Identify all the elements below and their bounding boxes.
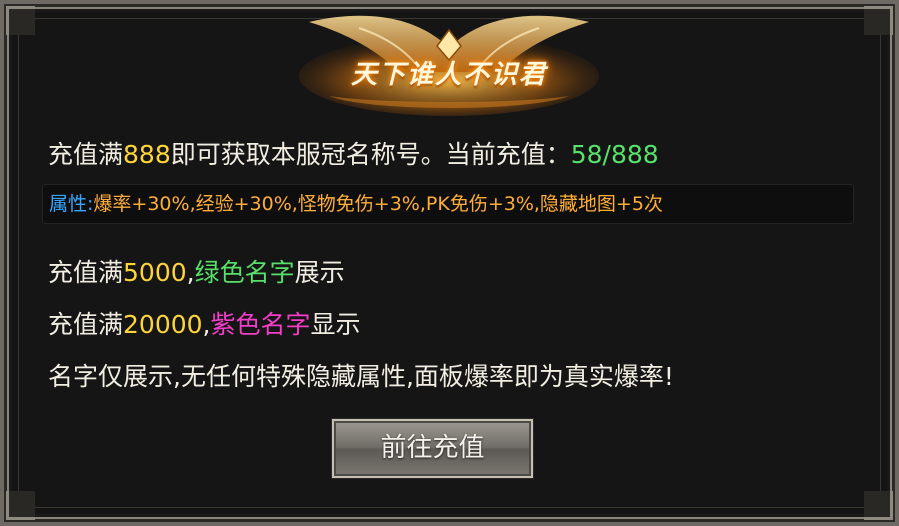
purple-name-line: 充值满20000,紫色名字显示 — [48, 305, 361, 341]
attributes-label: 属性 — [49, 193, 88, 215]
recharge-title-panel: 天下谁人不识君 充值满888即可获取本服冠名称号。当前充值：58/888 属性:… — [0, 0, 899, 526]
green-name-text: 绿色名字 — [194, 258, 295, 287]
line3-amount: 5000 — [123, 258, 187, 287]
line3-comma: , — [186, 258, 195, 287]
title-text: 天下谁人不识君 — [350, 60, 547, 90]
recharge-progress-value: 58/888 — [570, 140, 659, 169]
frame-corner-ornament — [6, 491, 35, 520]
disclaimer-line: 名字仅展示,无任何特殊隐藏属性,面板爆率即为真实爆率! — [48, 362, 674, 391]
line4-suffix: 显示 — [310, 310, 361, 339]
line1-amount: 888 — [123, 140, 171, 169]
attributes-text: 爆率+30%,经验+30%,怪物免伤+3%,PK免伤+3%,隐藏地图+5次 — [93, 193, 663, 215]
line4-comma: , — [202, 310, 211, 339]
go-recharge-button[interactable]: 前往充值 — [332, 419, 533, 478]
purple-name-text: 紫色名字 — [210, 310, 311, 339]
line4-prefix: 充值满 — [48, 310, 124, 339]
line1-prefix: 充值满 — [48, 140, 124, 169]
title-banner: 天下谁人不识君 — [289, 8, 609, 118]
line4-amount: 20000 — [123, 310, 203, 339]
recharge-progress-line: 充值满888即可获取本服冠名称号。当前充值：58/888 — [48, 135, 659, 171]
line3-suffix: 展示 — [294, 258, 345, 287]
line1-middle: 即可获取本服冠名称号。当前充值： — [170, 140, 571, 169]
attributes-box: 属性:爆率+30%,经验+30%,怪物免伤+3%,PK免伤+3%,隐藏地图+5次 — [42, 184, 854, 224]
green-name-line: 充值满5000,绿色名字展示 — [48, 253, 345, 289]
frame-corner-ornament — [864, 491, 893, 520]
line3-prefix: 充值满 — [48, 258, 124, 287]
frame-corner-ornament — [864, 6, 893, 35]
frame-corner-ornament — [6, 6, 35, 35]
